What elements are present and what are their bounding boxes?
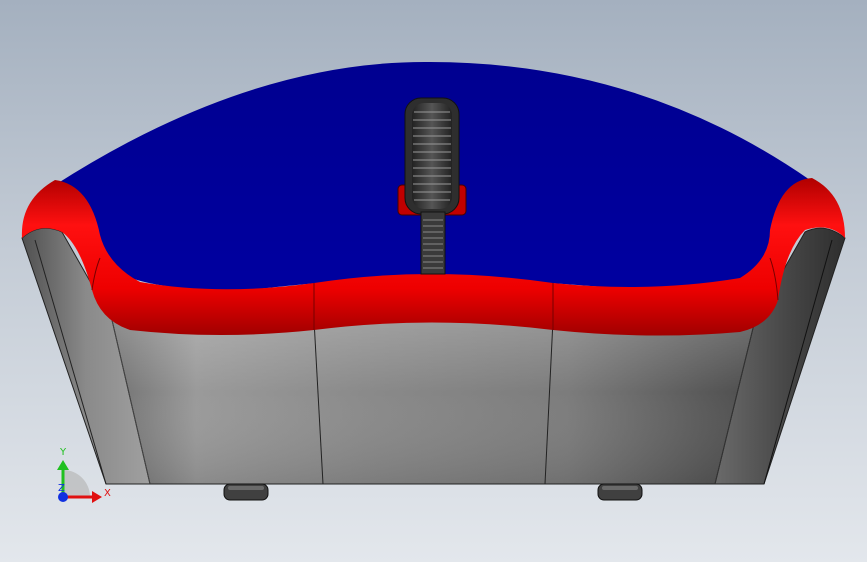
graphics-viewport[interactable]: Y X Z bbox=[0, 0, 867, 562]
mouse-3d-model[interactable]: Y X Z bbox=[0, 0, 867, 562]
axis-x-label: X bbox=[104, 488, 111, 499]
axis-z-label: Z bbox=[58, 483, 65, 494]
axis-y-label: Y bbox=[59, 447, 67, 458]
